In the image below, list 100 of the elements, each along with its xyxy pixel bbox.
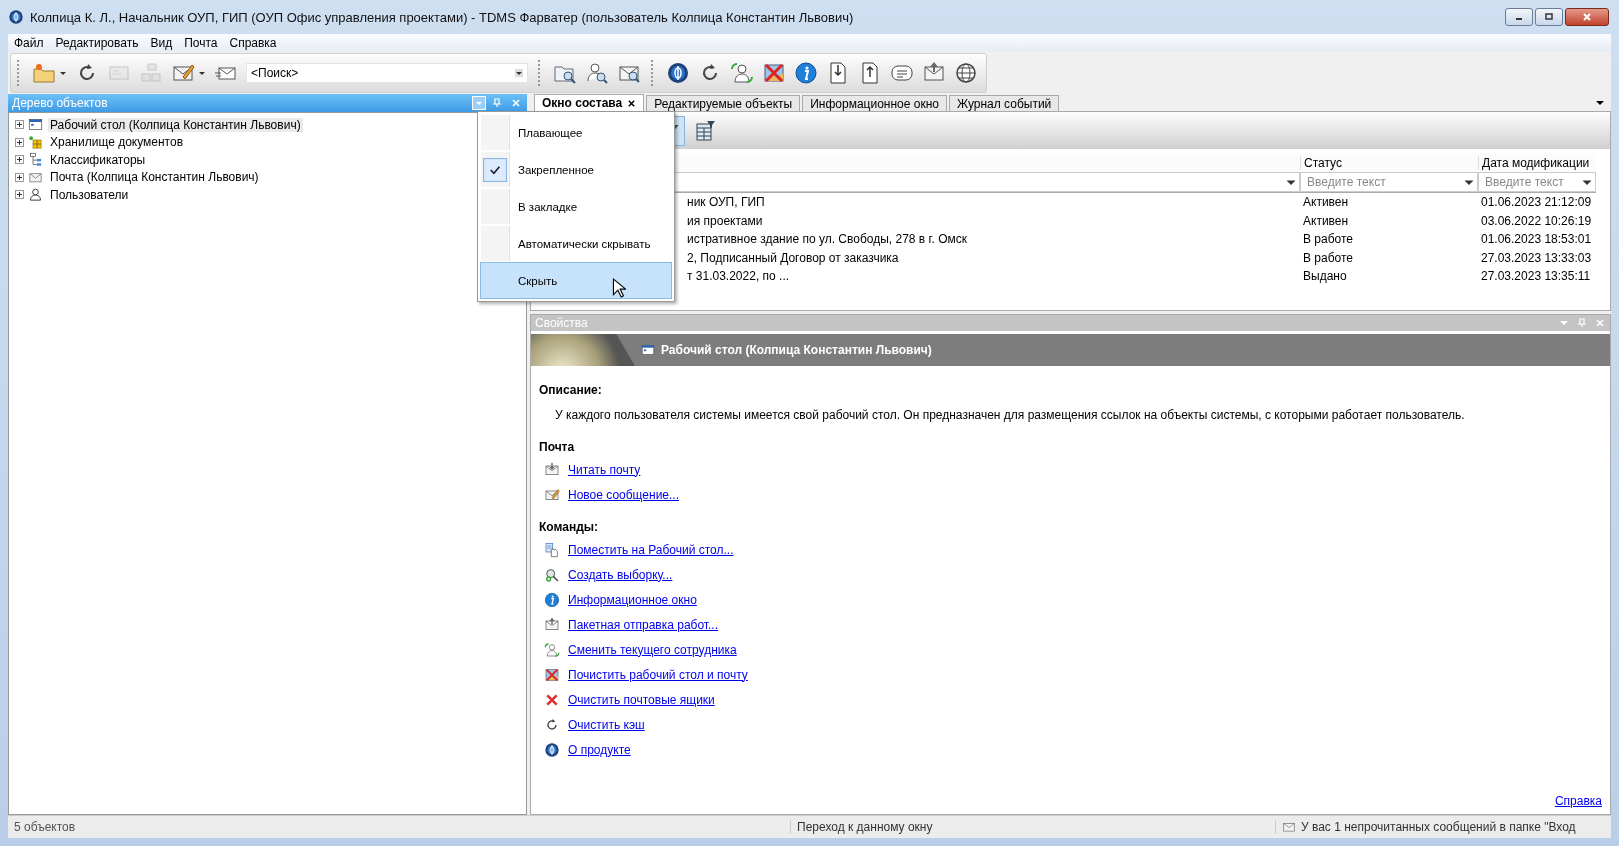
expander-icon[interactable] [15,190,24,200]
table-cell-text: 01.06.2023 21:12:09 [1480,195,1593,210]
section-heading: Описание: [539,382,603,399]
table-cell: ия проектами [687,213,763,228]
tab-list-caret-icon[interactable] [1595,98,1605,108]
dropdown-caret-icon[interactable] [59,69,67,77]
filter-field[interactable]: Введите текст [1478,172,1596,192]
section-heading: Почта [539,439,576,456]
menu-item[interactable]: Закрепленное [480,151,672,188]
picture-cross-icon[interactable] [762,61,786,85]
column-header[interactable]: Дата модификации [1478,155,1596,170]
panel-title: Дерево объектов [12,96,109,110]
object-count: 5 объектов [13,820,77,834]
table-cell-text: Активен [1302,213,1350,228]
link[interactable]: Очистить кэш [568,717,645,732]
document-tab[interactable]: Информационное окно [802,95,947,111]
link[interactable]: Информационное окно [568,592,697,607]
envelope-download-icon [544,461,560,478]
app-logo-icon [8,9,24,25]
link[interactable]: Читать почту [568,462,641,477]
expander-icon[interactable] [15,155,24,165]
table-cell: истративное здание по ул. Свободы, 278 в г. Омск [687,232,967,247]
close-button[interactable] [1565,8,1609,26]
envelope-upload-icon [544,616,560,633]
panel-title: Свойства [535,316,589,330]
storage-icon [28,134,43,150]
filter-field[interactable]: Введите текст [1300,172,1478,192]
table-cell-text: В работе [1302,232,1354,247]
menu-item[interactable]: Файл [8,36,50,50]
object-title: Рабочий стол (Колпица Константин Львович) [661,343,932,357]
close-icon [1582,12,1592,22]
column-header[interactable]: Статус [1300,155,1478,170]
expander-icon[interactable] [15,137,24,147]
maximize-button[interactable] [1535,8,1563,26]
close-icon[interactable] [627,98,637,108]
globe-logo-icon[interactable] [666,61,690,85]
link[interactable]: Поместить на Рабочий стол... [568,542,734,557]
classifier-icon [28,152,43,168]
window-title: Колпица К. Л., Начальник ОУП, ГИП (ОУП Офис управления проектами) - TDMS Фарватер (пользователь Колпица Константин Львович) [30,9,855,25]
envelope-pencil-icon [544,486,560,503]
dropdown-caret-icon[interactable] [198,69,206,77]
dropdown-caret-icon[interactable] [515,69,523,77]
globe-icon[interactable] [954,61,978,85]
user-sync-icon[interactable] [730,61,754,85]
table-cell: 2, Подписанный Договор от заказчика [687,250,899,265]
link[interactable]: Почистить рабочий стол и почту [568,667,748,682]
table-cell-text: Активен [1302,195,1350,210]
link[interactable]: О продукте [568,742,631,757]
maximize-icon [1544,12,1554,22]
globe-logo-icon [544,741,560,758]
link[interactable]: Сменить текущего сотрудника [568,642,737,657]
info-icon[interactable] [794,61,818,85]
status-hint: Переход к данному окну [790,820,1275,834]
menu-item[interactable]: Автоматически скрывать [480,225,672,262]
tree-item[interactable]: Почта (Колпица Константин Львович) [48,170,261,185]
status-message: У вас 1 непрочитанных сообщений в папке "Вход [1301,820,1576,834]
link[interactable]: Новое сообщение... [568,487,680,502]
table-cell: т 31.03.2022, по ... [687,269,790,284]
caret-icon [475,99,483,107]
mouse-cursor-icon [612,278,626,298]
menu-item[interactable]: Скрыть [480,262,672,299]
tree-item[interactable]: Классификаторы [48,152,148,167]
picture-cross-icon [544,666,560,683]
envelope-icon [1282,820,1296,834]
info-icon [544,591,560,608]
document-tab[interactable]: Окно состава [534,94,645,111]
document-copy-icon [544,541,560,558]
desktop-icon [641,343,655,357]
table-cell-text: 01.06.2023 18:53:01 [1480,232,1593,247]
description-text: У каждого пользователя системы имеется свой рабочий стол. Он предназначен для размещения ссылок на объекты системы, с которыми работает пользователь. [555,407,1466,424]
link[interactable]: Пакетная отправка работ... [568,617,719,632]
link[interactable]: Создать выборку... [568,567,673,582]
minimize-button[interactable] [1505,8,1533,26]
user-search-icon[interactable] [585,61,609,85]
user-sync-icon [544,641,560,658]
user-icon [28,187,43,203]
menu-item[interactable]: Плавающее [480,114,672,151]
menu-item[interactable]: Почта [178,36,224,50]
tree-item[interactable]: Рабочий стол (Колпица Константин Львович) [48,117,303,132]
table-cell: ник ОУП, ГИП [687,195,765,210]
menu-item[interactable]: Редактировать [49,36,145,50]
menu-item[interactable]: Справка [223,36,283,50]
menu-item[interactable]: Вид [144,36,179,50]
table-cell-text: В работе [1302,250,1354,265]
search-add-icon [544,566,560,583]
section-heading: Команды: [539,519,599,536]
desktop-icon [28,117,43,133]
search-combobox[interactable]: <Поиск> [246,63,528,83]
tree-item[interactable]: Пользователи [48,187,131,202]
expander-icon[interactable] [15,172,24,182]
menu-item[interactable]: В закладке [480,188,672,225]
tree-item[interactable]: Хранилище документов [48,135,186,150]
expander-icon[interactable] [15,120,24,130]
table-filter-icon[interactable] [693,118,717,143]
document-tab[interactable]: Журнал событий [948,95,1060,111]
table-cell-text: Выдано [1302,269,1348,284]
document-tab[interactable]: Редактируемые объекты [646,95,801,111]
link[interactable]: Очистить почтовые ящики [568,692,715,707]
help-link[interactable]: Справка [1554,794,1602,808]
table-cell-text: 03.06.2022 10:26:19 [1480,213,1593,228]
